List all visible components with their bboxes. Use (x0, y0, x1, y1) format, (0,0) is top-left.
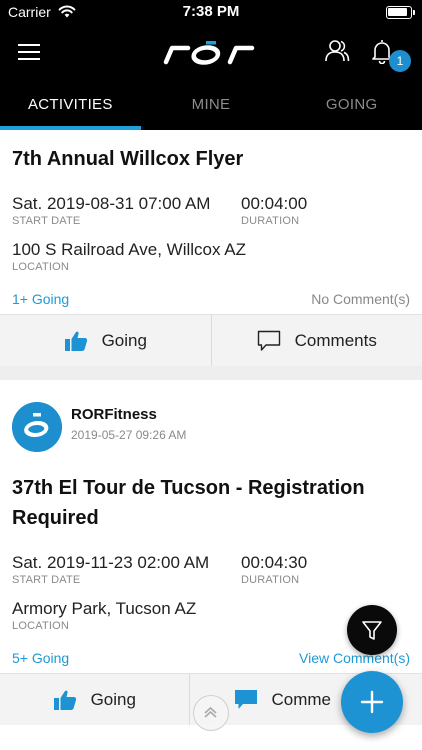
location-label: LOCATION (12, 620, 70, 632)
posted-timestamp: 2019-05-27 09:26 AM (71, 428, 187, 442)
user-icon[interactable] (324, 38, 350, 64)
going-button[interactable]: Going (0, 315, 211, 366)
going-button-label: Going (90, 689, 136, 709)
start-date-label: START DATE (12, 215, 81, 227)
tab-bar: ACTIVITIES MINE GOING (0, 88, 422, 130)
thumbs-up-icon (64, 331, 87, 351)
add-activity-button[interactable] (341, 671, 403, 733)
tab-activities[interactable]: ACTIVITIES (0, 88, 141, 130)
card-actions: Going Comments (0, 314, 422, 366)
activity-title: 7th Annual Willcox Flyer (12, 148, 244, 170)
organizer-avatar[interactable] (12, 402, 62, 452)
comments-button-label: Comments (294, 330, 377, 350)
start-date-label: START DATE (12, 574, 81, 586)
comment-icon (257, 330, 280, 351)
notification-badge[interactable]: 1 (389, 50, 411, 72)
organizer-name[interactable]: RORFitness (71, 406, 157, 423)
battery-icon (386, 6, 415, 19)
going-count-link[interactable]: 1+ Going (12, 291, 69, 307)
plus-icon (360, 690, 384, 714)
ror-logo (163, 41, 255, 65)
chevron-up-icon (204, 706, 217, 718)
filter-icon (362, 621, 382, 640)
going-button-label: Going (101, 330, 147, 350)
comment-icon (234, 689, 257, 709)
duration-value: 00:04:00 (241, 194, 308, 213)
location-value: Armory Park, Tucson AZ (12, 599, 197, 618)
activity-card[interactable]: 7th Annual Willcox Flyer Sat. 2019-08-31… (0, 130, 422, 366)
tab-going[interactable]: GOING (281, 88, 422, 130)
going-count-link[interactable]: 5+ Going (12, 650, 69, 666)
menu-icon[interactable] (18, 44, 40, 62)
thumbs-up-icon (53, 690, 76, 710)
duration-label: DURATION (241, 215, 300, 227)
comment-status: No Comment(s) (311, 291, 410, 307)
activity-title-continued: Required (12, 507, 99, 529)
status-bar: Carrier 7:38 PM (0, 0, 422, 24)
location-value: 100 S Railroad Ave, Willcox AZ (12, 240, 247, 259)
top-bar: Carrier 7:38 PM 1 ACTIVITIES MINE GOING (0, 0, 422, 130)
activity-title: 37th El Tour de Tucson - Registration (12, 477, 365, 499)
start-date-value: Sat. 2019-11-23 02:00 AM (12, 553, 210, 572)
comments-button[interactable]: Comments (210, 315, 422, 366)
duration-label: DURATION (241, 574, 300, 586)
filter-button[interactable] (347, 605, 397, 655)
tab-mine[interactable]: MINE (141, 88, 282, 130)
location-label: LOCATION (12, 261, 70, 273)
comments-button-label: Comme (271, 689, 332, 709)
start-date-value: Sat. 2019-08-31 07:00 AM (12, 194, 211, 213)
scroll-to-top-button[interactable] (193, 695, 229, 731)
navigation-bar: 1 (0, 28, 422, 80)
duration-value: 00:04:30 (241, 553, 308, 572)
going-button[interactable]: Going (0, 674, 189, 725)
status-time: 7:38 PM (182, 3, 240, 20)
